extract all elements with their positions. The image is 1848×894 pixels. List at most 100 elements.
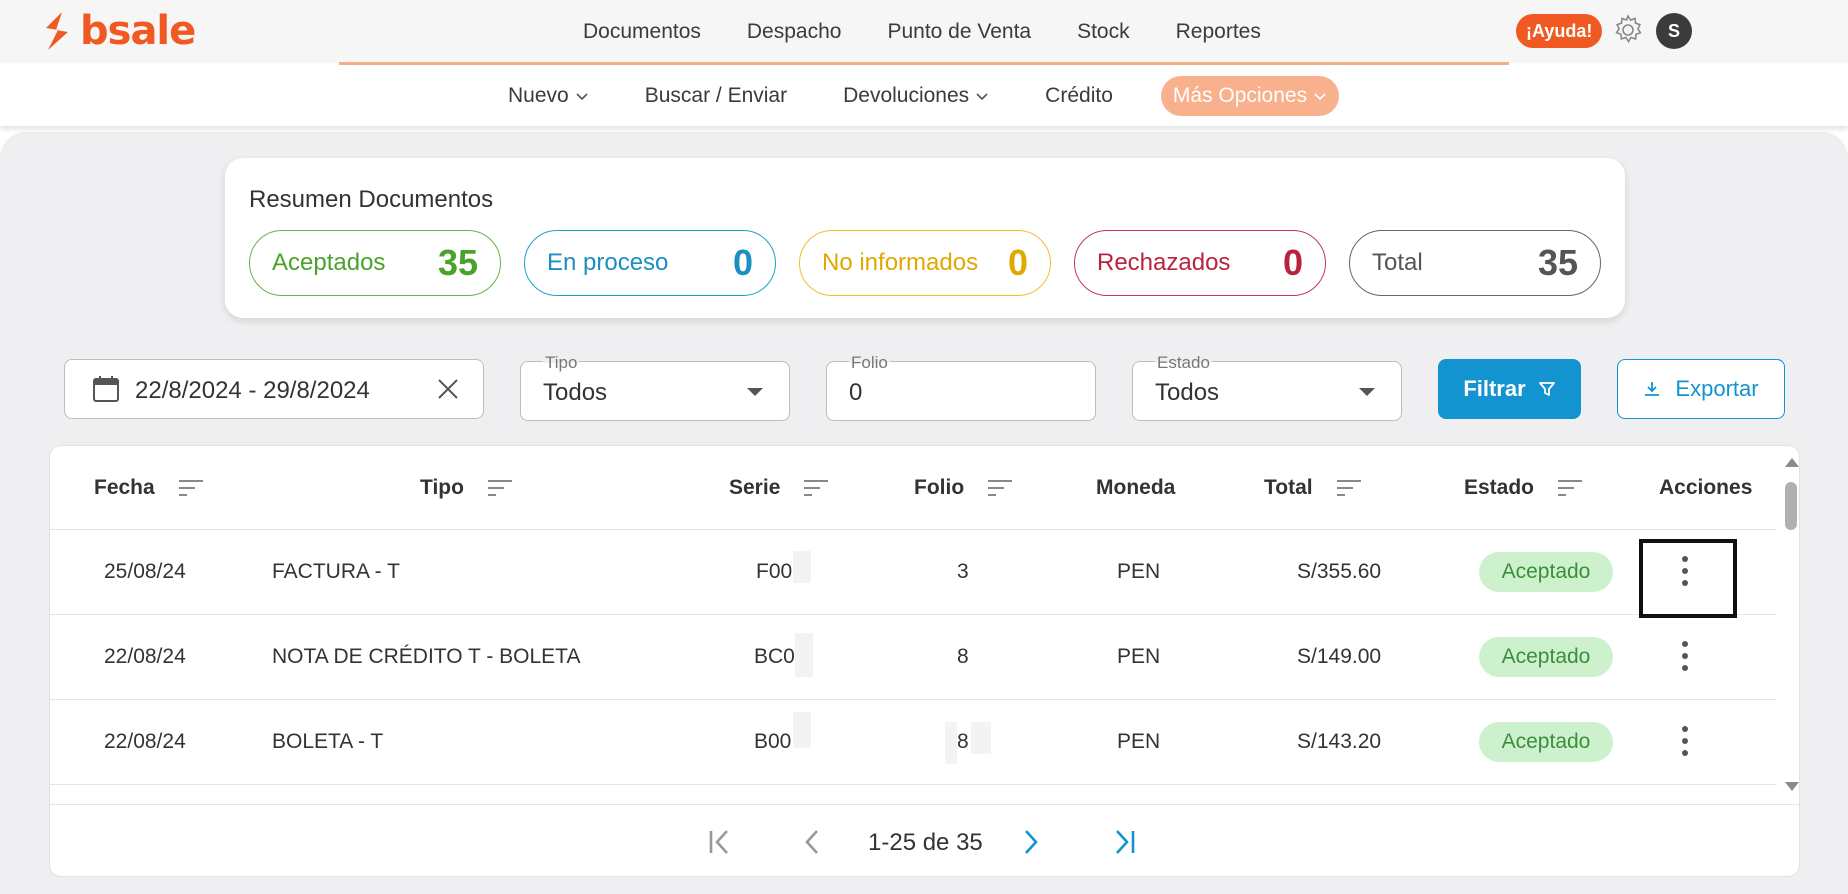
user-avatar[interactable]: S bbox=[1656, 13, 1692, 49]
more-vertical-icon[interactable] bbox=[1680, 556, 1690, 586]
date-range-field[interactable]: 22/8/2024 - 29/8/2024 bbox=[64, 359, 484, 419]
redaction-mask bbox=[793, 551, 811, 583]
nav-documentos[interactable]: Documentos bbox=[560, 20, 724, 44]
documents-table: Fecha Tipo Serie Folio Moneda Total Esta… bbox=[49, 445, 1800, 877]
nav-punto-de-venta[interactable]: Punto de Venta bbox=[864, 20, 1054, 44]
summary-title: Resumen Documentos bbox=[249, 186, 494, 213]
header-fecha[interactable]: Fecha bbox=[94, 476, 205, 500]
logo-text: bsale bbox=[80, 8, 196, 54]
header-folio-label: Folio bbox=[914, 476, 965, 499]
redaction-mask bbox=[971, 722, 991, 754]
header-estado-label: Estado bbox=[1464, 476, 1535, 499]
filtrar-label: Filtrar bbox=[1463, 376, 1526, 401]
tipo-label: Tipo bbox=[543, 353, 580, 373]
cell-total: S/355.60 bbox=[1297, 560, 1382, 583]
subnav-mas-opciones[interactable]: Más Opciones bbox=[1160, 75, 1340, 116]
cell-tipo: BOLETA - T bbox=[272, 730, 384, 753]
more-vertical-icon[interactable] bbox=[1680, 641, 1690, 671]
nav-stock[interactable]: Stock bbox=[1054, 20, 1153, 44]
estado-select[interactable]: Estado Todos bbox=[1132, 353, 1402, 421]
exportar-button[interactable]: Exportar bbox=[1617, 359, 1785, 419]
sort-icon[interactable] bbox=[802, 477, 830, 499]
chip-no-informados[interactable]: No informados 0 bbox=[799, 230, 1051, 296]
sub-nav: Nuevo Buscar / Enviar Devoluciones Crédi… bbox=[480, 65, 1340, 126]
previous-page-icon[interactable] bbox=[798, 827, 828, 857]
header-total[interactable]: Total bbox=[1264, 476, 1363, 500]
table-row[interactable]: 22/08/24 BOLETA - T B00 8 PEN S/143.20 A… bbox=[50, 700, 1777, 785]
chip-rechazados[interactable]: Rechazados 0 bbox=[1074, 230, 1326, 296]
cell-tipo: FACTURA - T bbox=[272, 560, 400, 583]
chevron-down-icon bbox=[1314, 92, 1326, 100]
table-row[interactable]: 25/08/24 FACTURA - T F00 3 PEN S/355.60 … bbox=[50, 530, 1777, 618]
nav-despacho[interactable]: Despacho bbox=[724, 20, 865, 44]
chip-label: Aceptados bbox=[272, 249, 386, 276]
subnav-mas-label: Más Opciones bbox=[1172, 83, 1308, 107]
folio-value: 0 bbox=[849, 379, 863, 406]
subnav-buscar-enviar[interactable]: Buscar / Enviar bbox=[617, 84, 815, 108]
chip-aceptados[interactable]: Aceptados 35 bbox=[249, 230, 501, 296]
scroll-up-arrow-icon[interactable] bbox=[1785, 458, 1799, 467]
caret-down-icon bbox=[747, 388, 763, 396]
summary-card: Resumen Documentos Aceptados 35 En proce… bbox=[225, 158, 1625, 318]
sort-icon[interactable] bbox=[486, 477, 514, 499]
help-button[interactable]: ¡Ayuda! bbox=[1516, 14, 1603, 48]
more-vertical-icon[interactable] bbox=[1680, 726, 1690, 756]
close-icon[interactable] bbox=[435, 376, 461, 402]
cell-moneda: PEN bbox=[1117, 645, 1161, 668]
nav-reportes[interactable]: Reportes bbox=[1153, 20, 1284, 44]
header-acciones-label: Acciones bbox=[1659, 476, 1753, 499]
tipo-value: Todos bbox=[543, 379, 608, 406]
status-badge: Aceptado bbox=[1479, 637, 1613, 677]
subnav-nuevo[interactable]: Nuevo bbox=[480, 84, 617, 108]
chip-en-proceso[interactable]: En proceso 0 bbox=[524, 230, 776, 296]
estado-label: Estado bbox=[1155, 353, 1212, 373]
gear-icon[interactable] bbox=[1610, 12, 1646, 48]
status-badge: Aceptado bbox=[1479, 552, 1613, 592]
chevron-down-icon bbox=[576, 92, 588, 100]
cell-fecha: 22/08/24 bbox=[104, 730, 186, 753]
chip-count: 35 bbox=[1537, 242, 1578, 283]
cell-moneda: PEN bbox=[1117, 560, 1161, 583]
bsale-logo[interactable]: bsale bbox=[40, 8, 196, 54]
subnav-buscar-label: Buscar / Enviar bbox=[644, 83, 788, 107]
header-serie-label: Serie bbox=[729, 476, 781, 499]
cell-fecha: 22/08/24 bbox=[104, 645, 186, 668]
sort-icon[interactable] bbox=[1335, 477, 1363, 499]
header-tipo-label: Tipo bbox=[420, 476, 464, 499]
sort-icon[interactable] bbox=[177, 477, 205, 499]
filtrar-button[interactable]: Filtrar bbox=[1438, 359, 1581, 419]
subnav-devoluciones-label: Devoluciones bbox=[843, 83, 970, 107]
filter-icon bbox=[1538, 382, 1555, 396]
cell-serie: BC0 bbox=[754, 645, 795, 668]
folio-input[interactable]: Folio 0 bbox=[826, 353, 1096, 421]
last-page-icon[interactable] bbox=[1109, 827, 1139, 857]
header-folio[interactable]: Folio bbox=[914, 476, 1014, 500]
next-page-icon[interactable] bbox=[1015, 827, 1045, 857]
caret-down-icon bbox=[1359, 388, 1375, 396]
chip-label: Total bbox=[1372, 249, 1423, 276]
header-tipo[interactable]: Tipo bbox=[420, 476, 514, 500]
table-scrollbar[interactable] bbox=[1781, 446, 1799, 794]
header-fecha-label: Fecha bbox=[94, 476, 155, 499]
scroll-thumb[interactable] bbox=[1785, 482, 1797, 530]
cell-tipo: NOTA DE CRÉDITO T - BOLETA bbox=[272, 645, 581, 668]
cell-folio: 8 bbox=[957, 730, 969, 753]
chip-label: No informados bbox=[822, 249, 979, 276]
header-estado[interactable]: Estado bbox=[1464, 476, 1584, 500]
subnav-devoluciones[interactable]: Devoluciones bbox=[815, 84, 1017, 108]
sort-icon[interactable] bbox=[986, 477, 1014, 499]
header-total-label: Total bbox=[1264, 476, 1313, 499]
status-badge: Aceptado bbox=[1479, 722, 1613, 762]
table-row[interactable]: 22/08/24 NOTA DE CRÉDITO T - BOLETA BC0 … bbox=[50, 615, 1777, 700]
header-moneda: Moneda bbox=[1096, 476, 1175, 500]
header-acciones: Acciones bbox=[1659, 476, 1752, 500]
chip-total[interactable]: Total 35 bbox=[1349, 230, 1601, 296]
tipo-select[interactable]: Tipo Todos bbox=[520, 353, 790, 421]
scroll-down-arrow-icon[interactable] bbox=[1785, 782, 1799, 791]
sort-icon[interactable] bbox=[1556, 477, 1584, 499]
subnav-credito[interactable]: Crédito bbox=[1017, 84, 1141, 108]
cell-folio: 3 bbox=[957, 560, 969, 583]
header-serie[interactable]: Serie bbox=[729, 476, 830, 500]
first-page-icon[interactable] bbox=[705, 827, 735, 857]
redaction-mask bbox=[945, 722, 957, 764]
